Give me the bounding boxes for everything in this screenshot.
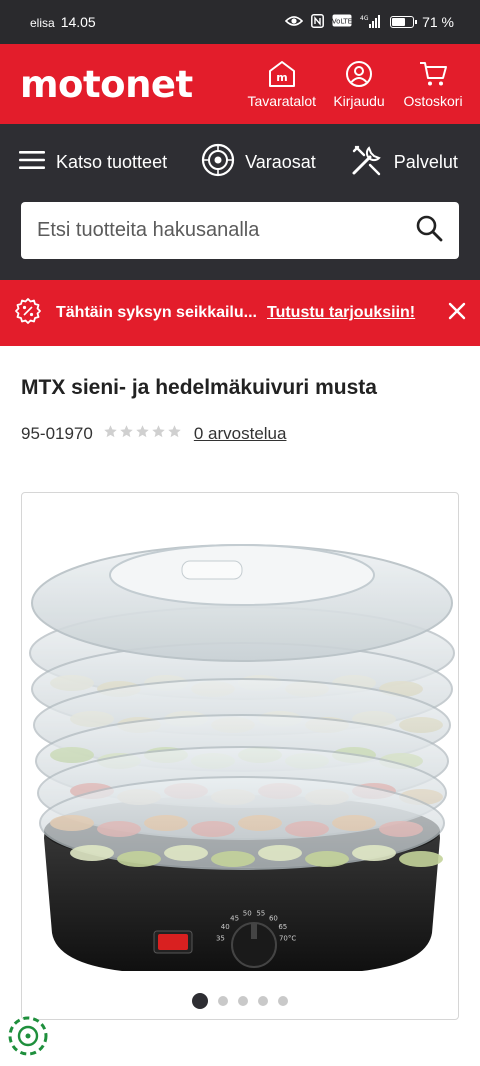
product-sku: 95-01970 [21,424,93,443]
promo-link[interactable]: Tutustu tarjouksiin! [267,304,415,322]
nav-item-services[interactable]: Palvelut [350,143,458,182]
rating-stars [103,424,182,444]
fruit-slice [399,851,443,867]
search-input[interactable] [37,219,415,242]
nfc-icon [311,13,325,31]
fruit-slice [258,845,302,861]
cart-button[interactable]: Ostoskori [402,60,464,109]
nav-item-label: Varaosat [245,151,316,172]
star-icon [167,424,182,444]
promo-banner: Tähtäin syksyn seikkailu... Tutustu tarj… [0,280,480,346]
star-icon [135,424,150,444]
star-icon [103,424,118,444]
fruit-slice [305,851,349,867]
discount-gear-icon [14,297,42,330]
product-image-gallery[interactable]: 35 40 45 50 55 60 65 70°C [21,492,459,1020]
dial-label: 35 [216,934,225,942]
nav-item-spare-parts[interactable]: Varaosat [201,143,316,182]
pagination-dot[interactable] [238,996,248,1006]
stores-button[interactable]: m Tavaratalot [248,60,316,109]
dial-label: 45 [230,914,239,922]
tyre-icon [201,143,235,182]
carrier-label: elisa [30,16,55,30]
search-area [0,200,480,280]
store-icon: m [267,60,297,88]
login-label: Kirjaudu [333,92,385,109]
svg-text:4G: 4G [360,15,369,22]
motonet-logo[interactable]: motonet [20,63,193,106]
category-nav: Katso tuotteet Varaosat Palvelut [0,124,480,200]
star-icon [151,424,166,444]
dial-label: 65 [278,923,287,931]
dial-label: 50 [243,910,252,918]
product-meta: 95-01970 0 arvostelua [21,424,286,444]
gallery-pagination [22,993,458,1009]
pagination-dot[interactable] [278,996,288,1006]
svg-text:VoLTE: VoLTE [332,18,352,26]
menu-icon [18,149,46,176]
search-box [21,202,459,259]
cart-label: Ostoskori [403,92,463,109]
eye-icon [284,14,304,30]
food-dehydrator-image: 35404550 55606570°C [29,544,455,971]
fruit-slice [211,851,255,867]
pagination-dot[interactable] [258,996,268,1006]
fruit-slice [70,845,114,861]
tools-icon [350,143,384,182]
volte-icon: VoLTE [332,14,352,30]
clock: 14.05 [60,14,96,30]
fruit-slice [352,845,396,861]
star-icon [119,424,134,444]
site-header: motonet m Tavaratalot Kirjaudu Ostoskori [0,44,480,124]
user-icon [345,60,373,88]
reviews-link[interactable]: 0 arvostelua [194,424,287,444]
cart-icon [418,60,448,88]
promo-text: Tähtäin syksyn seikkailu... [56,304,257,321]
pagination-dot[interactable] [218,996,228,1006]
dial-label: 55 [256,910,265,918]
signal-icon: 4G [360,14,382,31]
fruit-slice [164,845,208,861]
dial-label: 60 [269,914,278,922]
battery-percent: 71 % [422,14,454,30]
stores-label: Tavaratalot [247,92,316,109]
nav-item-label: Palvelut [393,151,458,172]
battery-icon [390,16,418,28]
svg-text:m: m [276,71,287,84]
login-button[interactable]: Kirjaudu [328,60,390,109]
dial-label: 70°C [279,934,296,942]
nav-item-products[interactable]: Katso tuotteet [18,149,167,176]
nav-item-label: Katso tuotteet [56,151,168,172]
eco-badge-icon[interactable] [8,1016,48,1056]
close-icon[interactable] [448,302,466,325]
dial-label: 40 [221,923,230,931]
status-bar: elisa 14.05 VoLTE 4G 71 % [0,0,480,44]
fruit-slice [117,851,161,867]
search-icon[interactable] [415,214,443,247]
product-title: MTX sieni- ja hedelmäkuivuri musta [21,376,377,399]
pagination-dot[interactable] [192,993,208,1009]
